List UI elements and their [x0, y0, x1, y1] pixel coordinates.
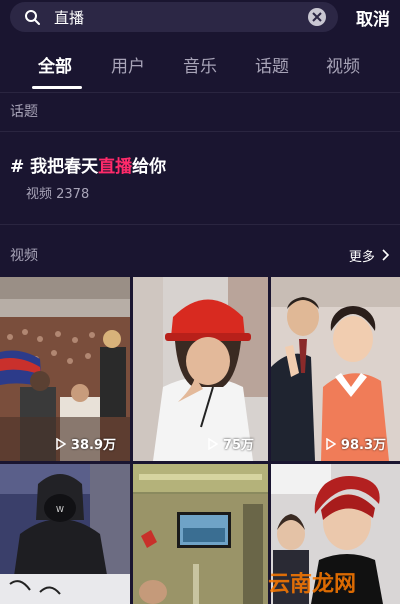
- play-icon: [208, 438, 218, 450]
- search-input[interactable]: 直播: [54, 7, 84, 28]
- active-tab-indicator: [32, 86, 82, 89]
- topic-title-before: 我把春天: [30, 157, 99, 177]
- divider: [0, 131, 400, 132]
- clear-search-button[interactable]: [308, 8, 326, 26]
- topic-hash: #: [10, 157, 25, 177]
- watermark-logo: 云南龙网: [268, 572, 357, 597]
- more-label: 更多: [348, 250, 375, 265]
- play-icon: [56, 438, 66, 450]
- view-count-text: 75万: [222, 438, 254, 453]
- topics-section-title: 话题: [10, 104, 38, 120]
- close-icon: [312, 12, 322, 22]
- tab-users[interactable]: 用户: [111, 52, 145, 77]
- divider: [0, 224, 400, 225]
- more-videos-link[interactable]: 更多: [349, 246, 390, 265]
- video-thumbnail[interactable]: 38.9万: [0, 277, 130, 461]
- videos-section-title: 视频: [10, 248, 38, 264]
- subway-car-image: [133, 464, 268, 604]
- play-icon: [326, 438, 336, 450]
- video-thumbnail[interactable]: 98.3万: [271, 277, 400, 461]
- chevron-right-icon: [382, 249, 390, 261]
- topic-title-highlight: 直播: [98, 157, 133, 177]
- tab-videos[interactable]: 视频: [326, 52, 360, 77]
- tab-all[interactable]: 全部: [38, 52, 72, 77]
- video-grid: 38.9万 75万 98.3万 W: [0, 277, 400, 604]
- view-count: 75万: [208, 434, 254, 453]
- tab-music[interactable]: 音乐: [183, 52, 217, 77]
- search-bar[interactable]: 直播: [10, 2, 338, 32]
- tab-topics[interactable]: 话题: [255, 52, 289, 77]
- video-thumbnail[interactable]: 75万: [133, 277, 268, 461]
- result-tabs: 全部 用户 音乐 话题 视频: [0, 40, 400, 92]
- cancel-button[interactable]: 取消: [356, 5, 390, 30]
- view-count: 38.9万: [56, 434, 116, 453]
- top-bar: 直播 取消: [0, 0, 400, 36]
- view-count: 98.3万: [326, 434, 386, 453]
- video-thumbnail[interactable]: [133, 464, 268, 604]
- video-thumbnail[interactable]: W: [0, 464, 130, 604]
- hooded-person-image: W: [0, 464, 130, 604]
- svg-text:W: W: [56, 505, 64, 514]
- view-count-text: 98.3万: [340, 438, 386, 453]
- topic-video-count: 视频 2378: [26, 187, 90, 202]
- search-icon: [25, 10, 40, 25]
- topic-title-after: 给你: [132, 157, 167, 177]
- divider: [0, 92, 400, 93]
- view-count-text: 38.9万: [70, 438, 116, 453]
- topic-item[interactable]: # 我把春天直播给你: [10, 152, 166, 177]
